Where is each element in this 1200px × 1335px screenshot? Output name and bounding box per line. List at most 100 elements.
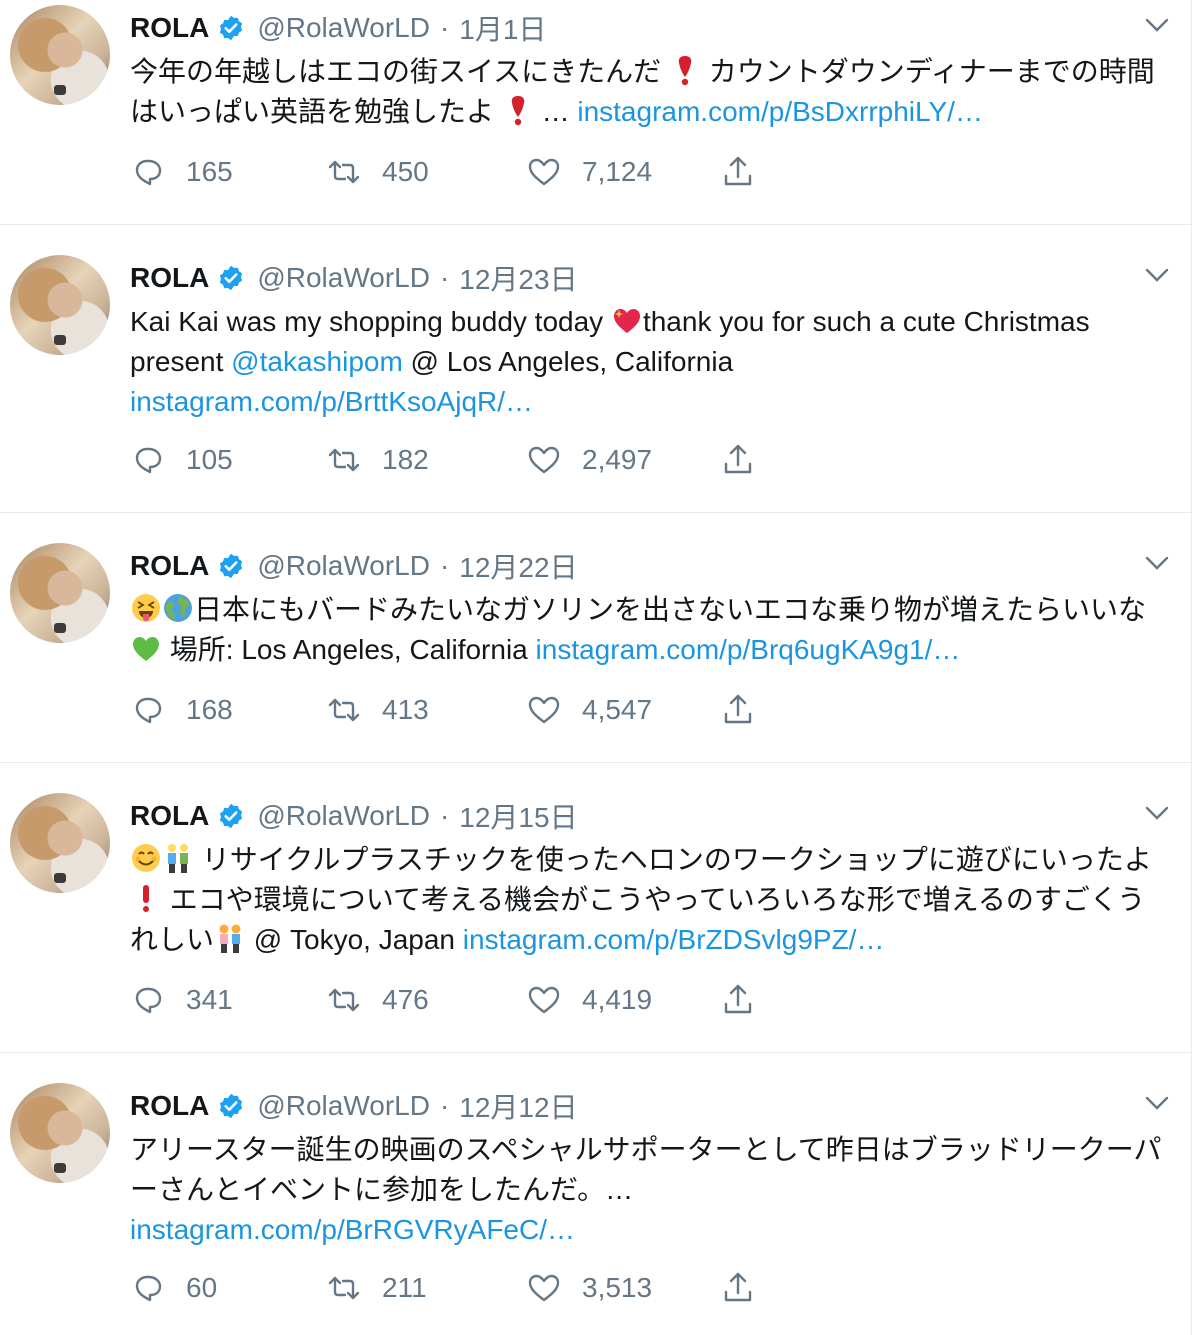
chevron-down-icon[interactable] xyxy=(1144,554,1170,572)
reply-button[interactable]: 165 xyxy=(130,152,233,192)
handle[interactable]: @RolaWorLD xyxy=(257,1090,430,1122)
separator: · xyxy=(439,550,450,581)
tweet-link[interactable]: instagram.com/p/BrRGVRyAFeC/… xyxy=(130,1214,575,1245)
avatar[interactable] xyxy=(10,5,110,105)
display-name[interactable]: ROLA xyxy=(130,800,209,832)
handle[interactable]: @RolaWorLD xyxy=(257,262,430,294)
tweet[interactable]: ROLA @RolaWorLD · 1月1日 今年の年越しはエコの街スイスにきた… xyxy=(0,0,1192,225)
reply-icon xyxy=(135,159,162,186)
like-count: 4,419 xyxy=(582,984,653,1015)
share-icon xyxy=(724,694,752,724)
share-button[interactable] xyxy=(720,980,756,1020)
tweet[interactable]: ROLA @RolaWorLD · 12月23日 Kai Kai was my … xyxy=(0,250,1192,513)
retweet-count: 476 xyxy=(382,984,429,1015)
tweet-text-part: アリースター誕生の映画のスペシャルサポーターとして昨日はブラッドリークーパーさん… xyxy=(130,1134,1162,1205)
retweet-button[interactable]: 476 xyxy=(326,980,429,1020)
like-button[interactable]: 3,513 xyxy=(526,1268,652,1308)
handle[interactable]: @RolaWorLD xyxy=(257,12,430,44)
retweet-icon xyxy=(328,448,360,472)
share-icon xyxy=(724,156,752,186)
chevron-down-icon[interactable] xyxy=(1144,1094,1170,1112)
reply-button[interactable]: 341 xyxy=(130,980,233,1020)
avatar[interactable] xyxy=(10,543,110,643)
like-icon xyxy=(528,696,560,724)
reply-button[interactable]: 105 xyxy=(130,440,233,480)
separator: · xyxy=(439,800,450,831)
tweet-header: ROLA @RolaWorLD · 12月22日 xyxy=(130,546,578,586)
display-name[interactable]: ROLA xyxy=(130,12,209,44)
retweet-button[interactable]: 182 xyxy=(326,440,429,480)
reply-count: 105 xyxy=(186,444,233,475)
tweet-date[interactable]: 12月15日 xyxy=(459,796,577,836)
handle[interactable]: @RolaWorLD xyxy=(257,550,430,582)
separator: · xyxy=(439,262,450,293)
share-button[interactable] xyxy=(720,152,756,192)
like-icon xyxy=(528,986,560,1014)
retweet-button[interactable]: 450 xyxy=(326,152,429,192)
mention-link[interactable]: @takashipom xyxy=(231,346,403,377)
green-heart-emoji-icon xyxy=(133,637,159,661)
two-women-emoji-icon xyxy=(219,924,241,953)
reply-icon xyxy=(135,987,162,1014)
display-name[interactable]: ROLA xyxy=(130,1090,209,1122)
reply-icon xyxy=(135,1275,162,1302)
tweet-link[interactable]: instagram.com/p/BsDxrrphiLY/… xyxy=(577,96,983,127)
exclamation-emoji-icon xyxy=(678,56,692,86)
reply-count: 165 xyxy=(186,156,233,187)
retweet-count: 211 xyxy=(382,1272,427,1303)
reply-count: 341 xyxy=(186,984,233,1015)
tweet-text-part: @ Tokyo, Japan xyxy=(246,924,463,955)
tweet-date[interactable]: 1月1日 xyxy=(459,8,546,48)
tweet[interactable]: ROLA @RolaWorLD · 12月12日 アリースター誕生の映画のスペシ… xyxy=(0,1078,1192,1335)
tweet-link[interactable]: instagram.com/p/BrttKsoAjqR/… xyxy=(130,386,533,417)
retweet-icon xyxy=(328,160,360,184)
share-button[interactable] xyxy=(720,440,756,480)
reply-button[interactable]: 168 xyxy=(130,690,233,730)
tweet-text-part: 場所: Los Angeles, California xyxy=(162,634,536,665)
verified-badge-icon xyxy=(220,1093,243,1119)
chevron-down-icon[interactable] xyxy=(1144,16,1170,34)
verified-badge-icon xyxy=(220,553,243,579)
tweet-date[interactable]: 12月12日 xyxy=(459,1086,577,1126)
tweet-text-part: 今年の年越しはエコの街スイスにきたんだ xyxy=(130,56,662,87)
display-name[interactable]: ROLA xyxy=(130,550,209,582)
chevron-down-icon[interactable] xyxy=(1144,266,1170,284)
like-button[interactable]: 2,497 xyxy=(526,440,652,480)
avatar[interactable] xyxy=(10,1083,110,1183)
display-name[interactable]: ROLA xyxy=(130,262,209,294)
chevron-down-icon[interactable] xyxy=(1144,804,1170,822)
tweet[interactable]: ROLA @RolaWorLD · 12月22日 日本にもバードみたいなガソリン… xyxy=(0,538,1192,763)
tweet-header: ROLA @RolaWorLD · 1月1日 xyxy=(130,8,546,48)
like-icon xyxy=(528,1274,560,1302)
tweet-header: ROLA @RolaWorLD · 12月23日 xyxy=(130,258,578,298)
like-button[interactable]: 4,547 xyxy=(526,690,652,730)
tweet-header: ROLA @RolaWorLD · 12月15日 xyxy=(130,796,578,836)
tweet-text: リサイクルプラスチックを使ったヘロンのワークショップに遊びにいったよ エコや環境… xyxy=(130,840,1170,960)
verified-badge-icon xyxy=(220,15,243,41)
share-button[interactable] xyxy=(720,690,756,730)
tweet-date[interactable]: 12月23日 xyxy=(459,258,577,298)
separator: · xyxy=(439,12,450,43)
retweet-button[interactable]: 211 xyxy=(326,1268,427,1308)
reply-button[interactable]: 60 xyxy=(130,1268,217,1308)
handle[interactable]: @RolaWorLD xyxy=(257,800,430,832)
tweet-date[interactable]: 12月22日 xyxy=(459,546,577,586)
tweet-text: Kai Kai was my shopping buddy today than… xyxy=(130,302,1170,422)
share-button[interactable] xyxy=(720,1268,756,1308)
retweet-count: 413 xyxy=(382,694,429,725)
tweet-link[interactable]: instagram.com/p/Brq6ugKA9g1/… xyxy=(536,634,961,665)
like-count: 4,547 xyxy=(582,694,653,725)
tweet-text: 日本にもバードみたいなガソリンを出さないエコな乗り物が増えたらいいな 場所: L… xyxy=(130,590,1170,670)
avatar[interactable] xyxy=(10,793,110,893)
like-button[interactable]: 7,124 xyxy=(526,152,652,192)
retweet-button[interactable]: 413 xyxy=(326,690,429,730)
tweet-link[interactable]: instagram.com/p/BrZDSvlg9PZ/… xyxy=(463,924,885,955)
avatar[interactable] xyxy=(10,255,110,355)
retweet-icon xyxy=(328,698,360,722)
tweet[interactable]: ROLA @RolaWorLD · 12月15日 リサイクルプラスチックを使った… xyxy=(0,788,1192,1053)
reply-icon xyxy=(135,697,162,724)
like-button[interactable]: 4,419 xyxy=(526,980,652,1020)
smiling-face-emoji-icon xyxy=(132,844,160,872)
reply-count: 168 xyxy=(186,694,233,725)
like-icon xyxy=(528,158,560,186)
